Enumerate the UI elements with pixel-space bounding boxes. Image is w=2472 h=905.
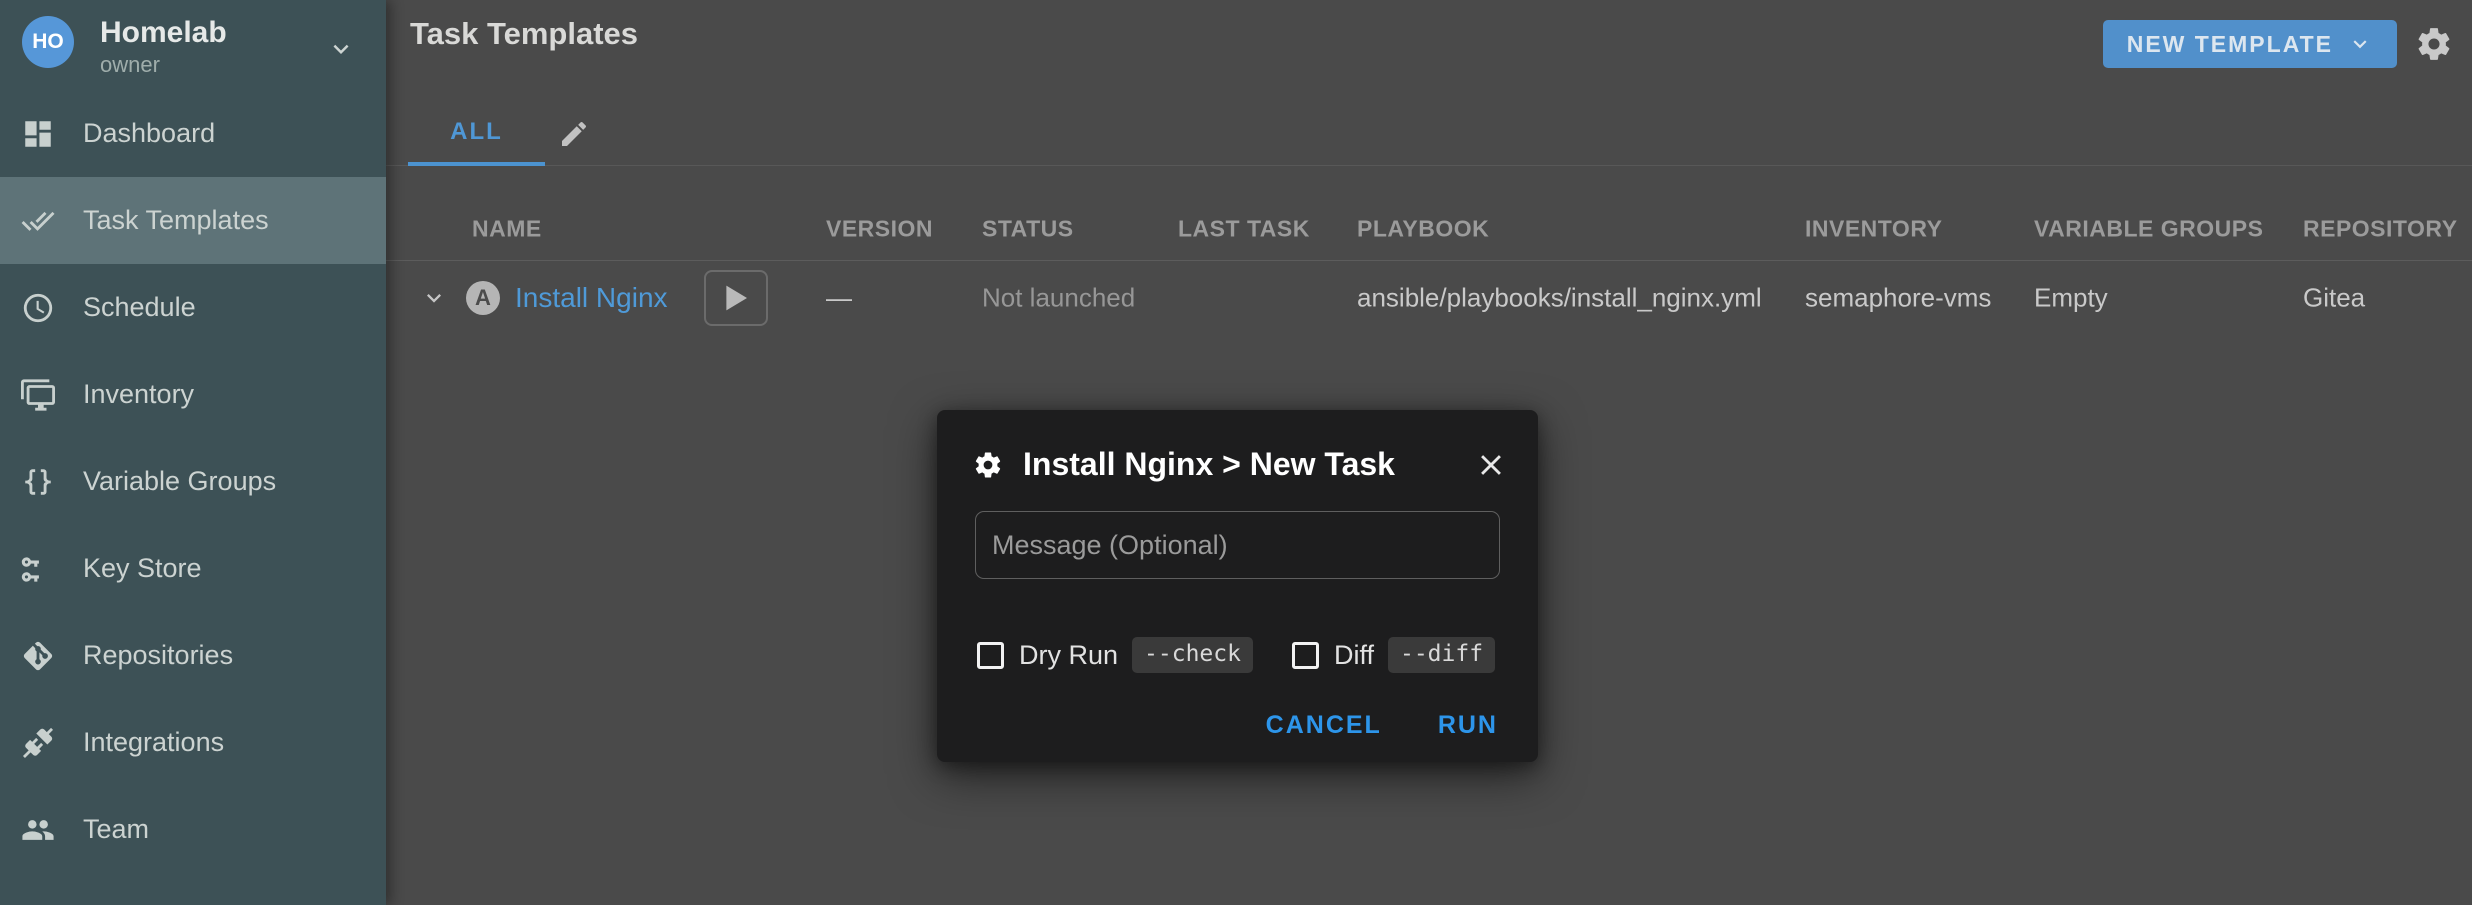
row-inventory: semaphore-vms xyxy=(1805,283,1991,314)
braces-icon xyxy=(21,465,55,499)
edit-views-pencil-icon[interactable] xyxy=(558,116,594,152)
column-header-playbook: PLAYBOOK xyxy=(1357,216,1489,243)
row-playbook: ansible/playbooks/install_nginx.yml xyxy=(1357,283,1762,314)
column-header-inventory: INVENTORY xyxy=(1805,216,1942,243)
close-icon[interactable] xyxy=(1474,448,1508,482)
sidebar-nav: Dashboard Task Templates Schedule Invent… xyxy=(0,90,386,873)
sidebar-item-variable-groups[interactable]: Variable Groups xyxy=(0,438,386,525)
people-icon xyxy=(21,813,55,847)
project-switcher[interactable]: HO Homelab owner xyxy=(0,0,386,90)
column-header-variable-groups: VARIABLE GROUPS xyxy=(2034,216,2263,243)
column-header-version: VERSION xyxy=(826,216,933,243)
sidebar-item-repositories[interactable]: Repositories xyxy=(0,612,386,699)
sidebar-item-label: Integrations xyxy=(83,727,224,758)
diff-checkbox[interactable] xyxy=(1292,642,1319,669)
dry-run-flag-badge: --check xyxy=(1132,637,1253,673)
dialog-footer: CANCEL RUN xyxy=(1250,703,1514,748)
project-role: owner xyxy=(100,52,227,78)
row-status: Not launched xyxy=(982,283,1135,314)
new-template-button[interactable]: NEW TEMPLATE xyxy=(2103,20,2397,68)
run-button[interactable]: RUN xyxy=(1422,703,1514,748)
column-header-last-task: LAST TASK xyxy=(1178,216,1310,243)
tab-all[interactable]: ALL xyxy=(408,102,545,166)
row-variable-groups: Empty xyxy=(2034,283,2108,314)
sidebar: HO Homelab owner Dashboard Task Template… xyxy=(0,0,386,905)
sidebar-item-schedule[interactable]: Schedule xyxy=(0,264,386,351)
sidebar-item-key-store[interactable]: Key Store xyxy=(0,525,386,612)
sidebar-item-label: Task Templates xyxy=(83,205,269,236)
project-avatar: HO xyxy=(22,16,74,68)
monitor-icon xyxy=(21,378,55,412)
sidebar-item-label: Inventory xyxy=(83,379,194,410)
diff-label: Diff xyxy=(1334,640,1374,671)
plug-icon xyxy=(21,726,55,760)
diff-option: Diff --diff xyxy=(1292,637,1495,673)
sidebar-item-task-templates[interactable]: Task Templates xyxy=(0,177,386,264)
ansible-app-icon: A xyxy=(466,281,500,315)
new-template-label: NEW TEMPLATE xyxy=(2127,31,2333,58)
project-text: Homelab owner xyxy=(100,16,227,78)
git-icon xyxy=(21,639,55,673)
chevron-down-icon xyxy=(2347,31,2373,57)
sidebar-item-label: Key Store xyxy=(83,553,202,584)
dry-run-checkbox[interactable] xyxy=(977,642,1004,669)
message-input[interactable] xyxy=(975,511,1500,579)
project-name: Homelab xyxy=(100,16,227,50)
dashboard-icon xyxy=(21,117,55,151)
sidebar-item-team[interactable]: Team xyxy=(0,786,386,873)
gear-icon xyxy=(973,450,1003,480)
sidebar-item-dashboard[interactable]: Dashboard xyxy=(0,90,386,177)
views-tab-bar: ALL xyxy=(386,102,2472,166)
sidebar-item-label: Team xyxy=(83,814,149,845)
row-expand-chevron-icon[interactable] xyxy=(420,284,448,312)
dry-run-label: Dry Run xyxy=(1019,640,1118,671)
column-header-repository: REPOSITORY xyxy=(2303,216,2458,243)
sidebar-item-label: Dashboard xyxy=(83,118,215,149)
page-title: Task Templates xyxy=(410,16,638,52)
new-task-dialog: Install Nginx > New Task Dry Run --check… xyxy=(937,410,1538,762)
row-version: — xyxy=(826,283,852,314)
sidebar-item-label: Variable Groups xyxy=(83,466,276,497)
clock-icon xyxy=(21,291,55,325)
new-task-dialog-header: Install Nginx > New Task xyxy=(937,410,1538,483)
settings-gear-icon[interactable] xyxy=(2415,25,2453,63)
table-row: A Install Nginx — Not launched ansible/p… xyxy=(386,261,2472,335)
column-header-name: NAME xyxy=(472,216,542,243)
dialog-title: Install Nginx > New Task xyxy=(1023,446,1395,483)
run-template-play-icon[interactable] xyxy=(704,270,768,326)
sidebar-item-integrations[interactable]: Integrations xyxy=(0,699,386,786)
sidebar-item-label: Schedule xyxy=(83,292,196,323)
diff-flag-badge: --diff xyxy=(1388,637,1495,673)
column-header-status: STATUS xyxy=(982,216,1074,243)
dry-run-option: Dry Run --check xyxy=(977,637,1253,673)
keys-icon xyxy=(21,552,55,586)
sidebar-item-inventory[interactable]: Inventory xyxy=(0,351,386,438)
cancel-button[interactable]: CANCEL xyxy=(1250,703,1398,748)
double-check-icon xyxy=(21,204,55,238)
template-name-link[interactable]: Install Nginx xyxy=(515,282,668,314)
task-options-row: Dry Run --check Diff --diff xyxy=(977,637,1538,673)
table-header-row: NAME VERSION STATUS LAST TASK PLAYBOOK I… xyxy=(386,198,2472,260)
chevron-down-icon xyxy=(326,34,356,64)
row-repository: Gitea xyxy=(2303,283,2365,314)
sidebar-item-label: Repositories xyxy=(83,640,233,671)
